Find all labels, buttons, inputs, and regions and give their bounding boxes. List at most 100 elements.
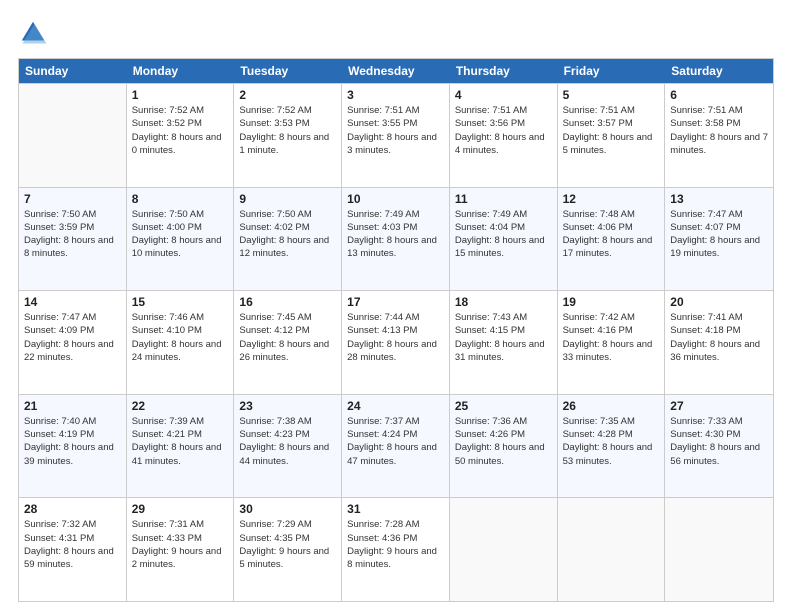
calendar-cell: 18 Sunrise: 7:43 AM Sunset: 4:15 PM Dayli… <box>450 291 558 394</box>
calendar-cell: 7 Sunrise: 7:50 AM Sunset: 3:59 PM Daylig… <box>19 188 127 291</box>
cell-day-number: 1 <box>132 88 229 102</box>
cell-day-number: 29 <box>132 502 229 516</box>
cell-day-number: 17 <box>347 295 444 309</box>
cell-day-number: 12 <box>563 192 660 206</box>
calendar-cell: 9Sunrise: 7:50 AM Sunset: 4:02 PM Daylig… <box>234 188 342 291</box>
cell-day-number: 14 <box>24 295 121 309</box>
cell-sun-info: Sunrise: 7:51 AM Sunset: 3:57 PM Dayligh… <box>563 104 660 157</box>
calendar-cell: 20 Sunrise: 7:41 AM Sunset: 4:18 PM Dayli… <box>665 291 773 394</box>
cell-day-number: 11 <box>455 192 552 206</box>
cell-day-number: 28 <box>24 502 121 516</box>
calendar-cell: 19 Sunrise: 7:42 AM Sunset: 4:16 PM Dayli… <box>558 291 666 394</box>
cell-day-number: 6 <box>670 88 768 102</box>
cell-sun-info: Sunrise: 7:49 AM Sunset: 4:04 PM Dayligh… <box>455 208 552 261</box>
calendar: SundayMondayTuesdayWednesdayThursdayFrid… <box>18 58 774 602</box>
calendar-cell: 31 Sunrise: 7:28 AM Sunset: 4:36 PM Dayli… <box>342 498 450 601</box>
empty-cell <box>558 498 666 601</box>
cell-sun-info: Sunrise: 7:51 AM Sunset: 3:56 PM Dayligh… <box>455 104 552 157</box>
cell-day-number: 5 <box>563 88 660 102</box>
cell-sun-info: Sunrise: 7:28 AM Sunset: 4:36 PM Dayligh… <box>347 518 444 571</box>
empty-cell <box>665 498 773 601</box>
weekday-header: Tuesday <box>234 59 342 83</box>
calendar-cell: 25 Sunrise: 7:36 AM Sunset: 4:26 PM Dayli… <box>450 395 558 498</box>
cell-day-number: 31 <box>347 502 444 516</box>
cell-sun-info: Sunrise: 7:40 AM Sunset: 4:19 PM Dayligh… <box>24 415 121 468</box>
cell-sun-info: Sunrise: 7:50 AM Sunset: 3:59 PM Dayligh… <box>24 208 121 261</box>
cell-day-number: 25 <box>455 399 552 413</box>
cell-day-number: 2 <box>239 88 336 102</box>
calendar-cell: 16Sunrise: 7:45 AM Sunset: 4:12 PM Dayli… <box>234 291 342 394</box>
calendar-cell: 4 Sunrise: 7:51 AM Sunset: 3:56 PM Daylig… <box>450 84 558 187</box>
cell-day-number: 19 <box>563 295 660 309</box>
cell-sun-info: Sunrise: 7:48 AM Sunset: 4:06 PM Dayligh… <box>563 208 660 261</box>
logo-icon <box>18 18 48 48</box>
calendar-row: 14Sunrise: 7:47 AM Sunset: 4:09 PM Dayli… <box>19 290 773 394</box>
cell-sun-info: Sunrise: 7:32 AM Sunset: 4:31 PM Dayligh… <box>24 518 121 571</box>
calendar-cell: 27 Sunrise: 7:33 AM Sunset: 4:30 PM Dayli… <box>665 395 773 498</box>
cell-day-number: 4 <box>455 88 552 102</box>
cell-day-number: 7 <box>24 192 121 206</box>
cell-day-number: 10 <box>347 192 444 206</box>
calendar-cell: 29 Sunrise: 7:31 AM Sunset: 4:33 PM Dayli… <box>127 498 235 601</box>
page: SundayMondayTuesdayWednesdayThursdayFrid… <box>0 0 792 612</box>
calendar-cell: 1 Sunrise: 7:52 AM Sunset: 3:52 PM Daylig… <box>127 84 235 187</box>
cell-sun-info: Sunrise: 7:44 AM Sunset: 4:13 PM Dayligh… <box>347 311 444 364</box>
weekday-header: Sunday <box>19 59 127 83</box>
calendar-cell: 8 Sunrise: 7:50 AM Sunset: 4:00 PM Daylig… <box>127 188 235 291</box>
cell-sun-info: Sunrise: 7:51 AM Sunset: 3:58 PM Dayligh… <box>670 104 768 157</box>
cell-sun-info: Sunrise: 7:46 AM Sunset: 4:10 PM Dayligh… <box>132 311 229 364</box>
cell-sun-info: Sunrise: 7:35 AM Sunset: 4:28 PM Dayligh… <box>563 415 660 468</box>
cell-day-number: 26 <box>563 399 660 413</box>
logo <box>18 18 52 48</box>
cell-day-number: 15 <box>132 295 229 309</box>
calendar-row: 1 Sunrise: 7:52 AM Sunset: 3:52 PM Daylig… <box>19 83 773 187</box>
cell-sun-info: Sunrise: 7:31 AM Sunset: 4:33 PM Dayligh… <box>132 518 229 571</box>
cell-day-number: 21 <box>24 399 121 413</box>
cell-sun-info: Sunrise: 7:37 AM Sunset: 4:24 PM Dayligh… <box>347 415 444 468</box>
calendar-row: 7 Sunrise: 7:50 AM Sunset: 3:59 PM Daylig… <box>19 187 773 291</box>
cell-sun-info: Sunrise: 7:36 AM Sunset: 4:26 PM Dayligh… <box>455 415 552 468</box>
cell-sun-info: Sunrise: 7:47 AM Sunset: 4:07 PM Dayligh… <box>670 208 768 261</box>
cell-day-number: 13 <box>670 192 768 206</box>
weekday-header: Saturday <box>665 59 773 83</box>
calendar-row: 28 Sunrise: 7:32 AM Sunset: 4:31 PM Dayli… <box>19 497 773 601</box>
header <box>18 18 774 48</box>
cell-sun-info: Sunrise: 7:33 AM Sunset: 4:30 PM Dayligh… <box>670 415 768 468</box>
calendar-cell: 15 Sunrise: 7:46 AM Sunset: 4:10 PM Dayli… <box>127 291 235 394</box>
calendar-cell: 2Sunrise: 7:52 AM Sunset: 3:53 PM Daylig… <box>234 84 342 187</box>
calendar-cell: 26 Sunrise: 7:35 AM Sunset: 4:28 PM Dayli… <box>558 395 666 498</box>
cell-sun-info: Sunrise: 7:50 AM Sunset: 4:00 PM Dayligh… <box>132 208 229 261</box>
cell-day-number: 27 <box>670 399 768 413</box>
calendar-cell: 21 Sunrise: 7:40 AM Sunset: 4:19 PM Dayli… <box>19 395 127 498</box>
calendar-cell: 11 Sunrise: 7:49 AM Sunset: 4:04 PM Dayli… <box>450 188 558 291</box>
calendar-cell: 13 Sunrise: 7:47 AM Sunset: 4:07 PM Dayli… <box>665 188 773 291</box>
calendar-body: 1 Sunrise: 7:52 AM Sunset: 3:52 PM Daylig… <box>19 83 773 601</box>
cell-sun-info: Sunrise: 7:49 AM Sunset: 4:03 PM Dayligh… <box>347 208 444 261</box>
cell-sun-info: Sunrise: 7:52 AM Sunset: 3:52 PM Dayligh… <box>132 104 229 157</box>
cell-day-number: 23 <box>239 399 336 413</box>
cell-sun-info: Sunrise: 7:42 AM Sunset: 4:16 PM Dayligh… <box>563 311 660 364</box>
cell-day-number: 22 <box>132 399 229 413</box>
cell-sun-info: Sunrise: 7:43 AM Sunset: 4:15 PM Dayligh… <box>455 311 552 364</box>
calendar-row: 21 Sunrise: 7:40 AM Sunset: 4:19 PM Dayli… <box>19 394 773 498</box>
calendar-cell: 23 Sunrise: 7:38 AM Sunset: 4:23 PM Dayli… <box>234 395 342 498</box>
calendar-cell: 24 Sunrise: 7:37 AM Sunset: 4:24 PM Dayli… <box>342 395 450 498</box>
cell-day-number: 18 <box>455 295 552 309</box>
cell-day-number: 20 <box>670 295 768 309</box>
cell-day-number: 9 <box>239 192 336 206</box>
cell-day-number: 8 <box>132 192 229 206</box>
cell-day-number: 24 <box>347 399 444 413</box>
cell-sun-info: Sunrise: 7:29 AM Sunset: 4:35 PM Dayligh… <box>239 518 336 571</box>
cell-sun-info: Sunrise: 7:41 AM Sunset: 4:18 PM Dayligh… <box>670 311 768 364</box>
calendar-cell: 17 Sunrise: 7:44 AM Sunset: 4:13 PM Dayli… <box>342 291 450 394</box>
weekday-header: Thursday <box>450 59 558 83</box>
empty-cell <box>450 498 558 601</box>
calendar-header: SundayMondayTuesdayWednesdayThursdayFrid… <box>19 59 773 83</box>
cell-sun-info: Sunrise: 7:38 AM Sunset: 4:23 PM Dayligh… <box>239 415 336 468</box>
weekday-header: Friday <box>558 59 666 83</box>
cell-sun-info: Sunrise: 7:45 AM Sunset: 4:12 PM Dayligh… <box>239 311 336 364</box>
calendar-cell: 30Sunrise: 7:29 AM Sunset: 4:35 PM Dayli… <box>234 498 342 601</box>
empty-cell <box>19 84 127 187</box>
calendar-cell: 6 Sunrise: 7:51 AM Sunset: 3:58 PM Daylig… <box>665 84 773 187</box>
calendar-cell: 28 Sunrise: 7:32 AM Sunset: 4:31 PM Dayli… <box>19 498 127 601</box>
